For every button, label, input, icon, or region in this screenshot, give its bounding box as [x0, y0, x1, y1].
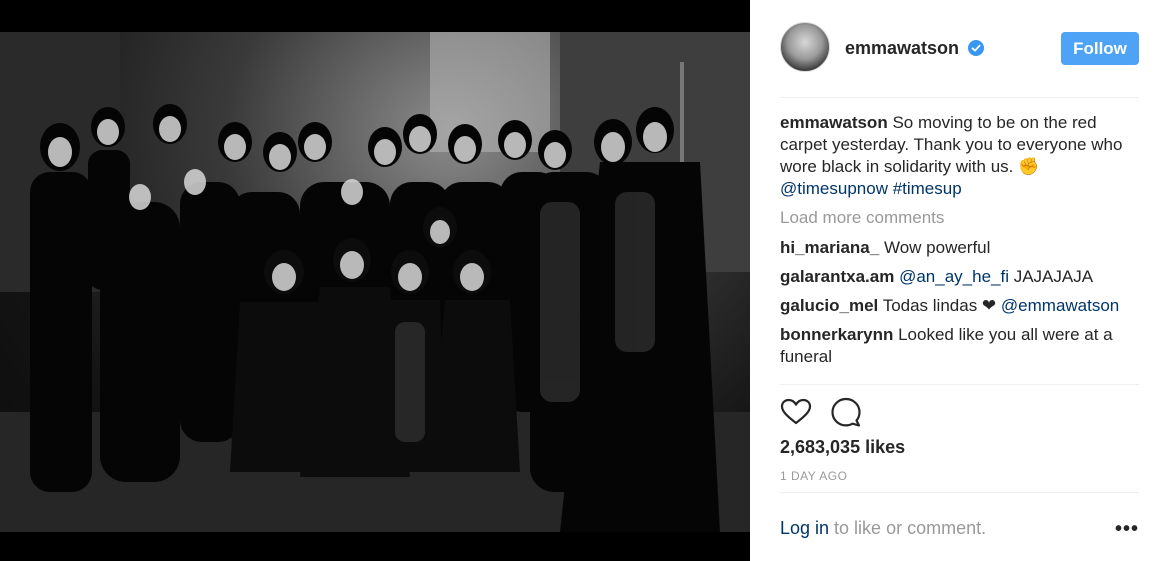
comment-username[interactable]: bonnerkarynn [780, 325, 893, 344]
avatar[interactable] [780, 22, 830, 72]
load-more-comments-link[interactable]: Load more comments [780, 207, 1139, 229]
comments-divider [780, 384, 1139, 385]
comment-username[interactable]: galarantxa.am [780, 267, 894, 286]
follow-button[interactable]: Follow [1061, 32, 1139, 65]
comments-list: emmawatson So moving to be on the red ca… [780, 112, 1139, 384]
caption-tags[interactable]: @timesupnow #timesup [780, 179, 962, 198]
comment-text: JAJAJAJA [1013, 267, 1094, 286]
comment-item: galucio_mel Todas lindas ❤ @emmawatson [780, 295, 1139, 317]
header-divider [780, 97, 1139, 98]
likes-count[interactable]: 2,683,035 likes [780, 437, 905, 458]
comment-item: hi_mariana_ Wow powerful [780, 237, 1139, 259]
more-options-icon[interactable]: ••• [1115, 518, 1139, 541]
post-timestamp: 1 DAY AGO [780, 469, 848, 483]
login-link[interactable]: Log in [780, 518, 829, 538]
comment-username[interactable]: galucio_mel [780, 296, 878, 315]
post-actions [780, 396, 900, 428]
post-photo[interactable] [0, 32, 750, 532]
comment-mention[interactable]: @emmawatson [1001, 296, 1119, 315]
comment-bubble-icon[interactable] [830, 396, 862, 428]
comment-text: Todas lindas ❤ [882, 296, 997, 315]
comment-text: Wow powerful [883, 238, 991, 257]
post-username[interactable]: emmawatson [845, 38, 959, 59]
footer-divider [780, 492, 1139, 493]
caption-username[interactable]: emmawatson [780, 113, 888, 132]
photo-illustration [0, 32, 750, 532]
comment-item: bonnerkarynn Looked like you all were at… [780, 324, 1139, 368]
heart-icon[interactable] [780, 396, 812, 428]
post-photo-pane [0, 0, 750, 561]
post-sidebar: emmawatson Follow emmawatson So moving t… [750, 0, 1169, 561]
post-header: emmawatson Follow [780, 22, 1139, 76]
login-prompt: Log in to like or comment. [780, 518, 986, 539]
comment-username[interactable]: hi_mariana_ [780, 238, 879, 257]
post-caption: emmawatson So moving to be on the red ca… [780, 112, 1139, 200]
login-prompt-text: to like or comment. [829, 518, 987, 538]
verified-badge-icon [968, 40, 984, 56]
comment-item: galarantxa.am @an_ay_he_fi JAJAJAJA [780, 266, 1139, 288]
comment-mention[interactable]: @an_ay_he_fi [899, 267, 1009, 286]
